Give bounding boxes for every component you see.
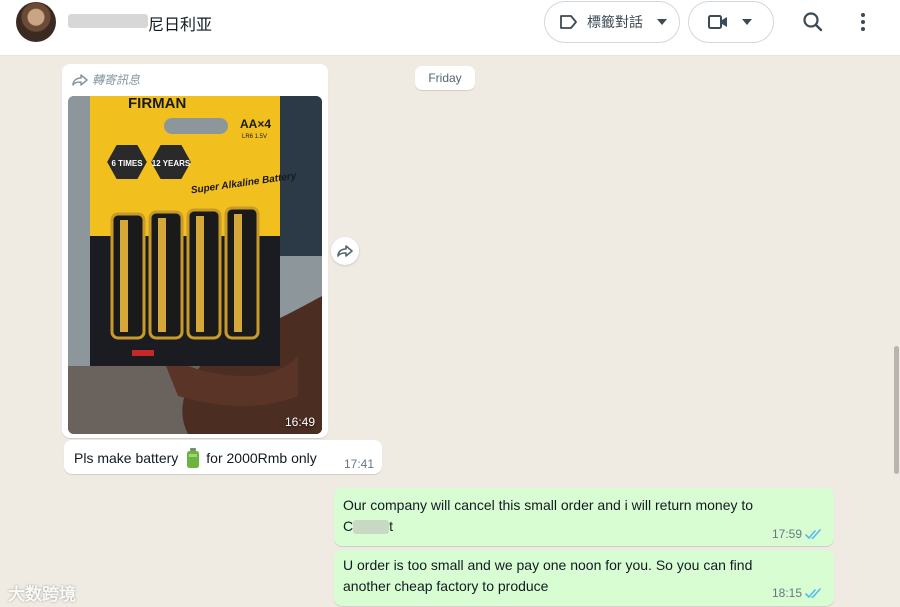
chat-scrollbar-thumb[interactable] xyxy=(894,346,899,474)
contact-name[interactable]: 尼日利亚 xyxy=(148,11,212,35)
forwarded-label: 轉寄訊息 xyxy=(92,73,141,87)
date-divider: Friday xyxy=(415,66,475,90)
incoming-text-message[interactable]: Pls make battery for 2000Rmb only 17:41 xyxy=(64,440,382,474)
video-call-button[interactable] xyxy=(688,1,774,43)
video-camera-icon xyxy=(708,14,728,30)
chevron-down-icon xyxy=(742,19,752,25)
message-text-after: for 2000Rmb only xyxy=(206,450,317,466)
forwarded-icon xyxy=(72,73,88,86)
message-time: 18:15 xyxy=(772,586,803,600)
label-chat-button[interactable]: 標籤對話 xyxy=(544,1,680,43)
menu-icon[interactable] xyxy=(849,8,877,36)
message-line-1: U order is too small and we pay one noon… xyxy=(343,557,753,573)
message-line-2: Ct xyxy=(343,518,394,535)
label-chat-text: 標籤對話 xyxy=(587,14,643,30)
contact-avatar[interactable] xyxy=(16,2,56,42)
label-icon xyxy=(559,15,577,29)
battery-product-photo[interactable]: FIRMAN AA×4 LR6 1.5V 6 TIMES 12 YEARS Su… xyxy=(68,96,322,434)
forward-button[interactable] xyxy=(331,237,359,265)
message-time: 17:41 xyxy=(344,457,375,471)
badge-twelve-years: 12 YEARS xyxy=(152,159,191,168)
product-size-text: AA×4 xyxy=(240,117,271,131)
forwarded-indicator: 轉寄訊息 xyxy=(72,71,140,88)
chat-header: 尼日利亚 標籤對話 xyxy=(0,0,900,56)
message-time: 17:59 xyxy=(772,527,803,541)
chevron-down-icon xyxy=(657,19,667,25)
double-check-icon xyxy=(805,528,821,539)
outgoing-text-message[interactable]: Our company will cancel this small order… xyxy=(334,488,834,546)
search-icon[interactable] xyxy=(799,8,827,36)
chat-scrollbar[interactable] xyxy=(892,56,900,607)
watermark: 大数跨境 xyxy=(8,580,76,605)
message-line-2-prefix: C xyxy=(343,518,354,534)
message-line-1: Our company will cancel this small order… xyxy=(343,497,754,513)
double-check-icon xyxy=(805,587,821,598)
badge-six-times: 6 TIMES xyxy=(111,159,143,168)
product-spec-text: LR6 1.5V xyxy=(242,134,267,140)
image-timestamp: 16:49 xyxy=(285,415,316,429)
message-text-before: Pls make battery xyxy=(74,450,179,466)
message-line-2: another cheap factory to produce xyxy=(343,578,549,594)
redacted-text xyxy=(353,520,390,535)
product-brand-text: FIRMAN xyxy=(128,96,186,112)
battery-emoji xyxy=(186,448,200,468)
forward-icon xyxy=(337,245,353,257)
outgoing-text-message[interactable]: U order is too small and we pay one noon… xyxy=(334,550,834,606)
watermark-text: 大数跨境 xyxy=(8,585,76,604)
message-line-2-suffix: t xyxy=(389,518,394,534)
contact-name-redacted xyxy=(68,14,148,28)
